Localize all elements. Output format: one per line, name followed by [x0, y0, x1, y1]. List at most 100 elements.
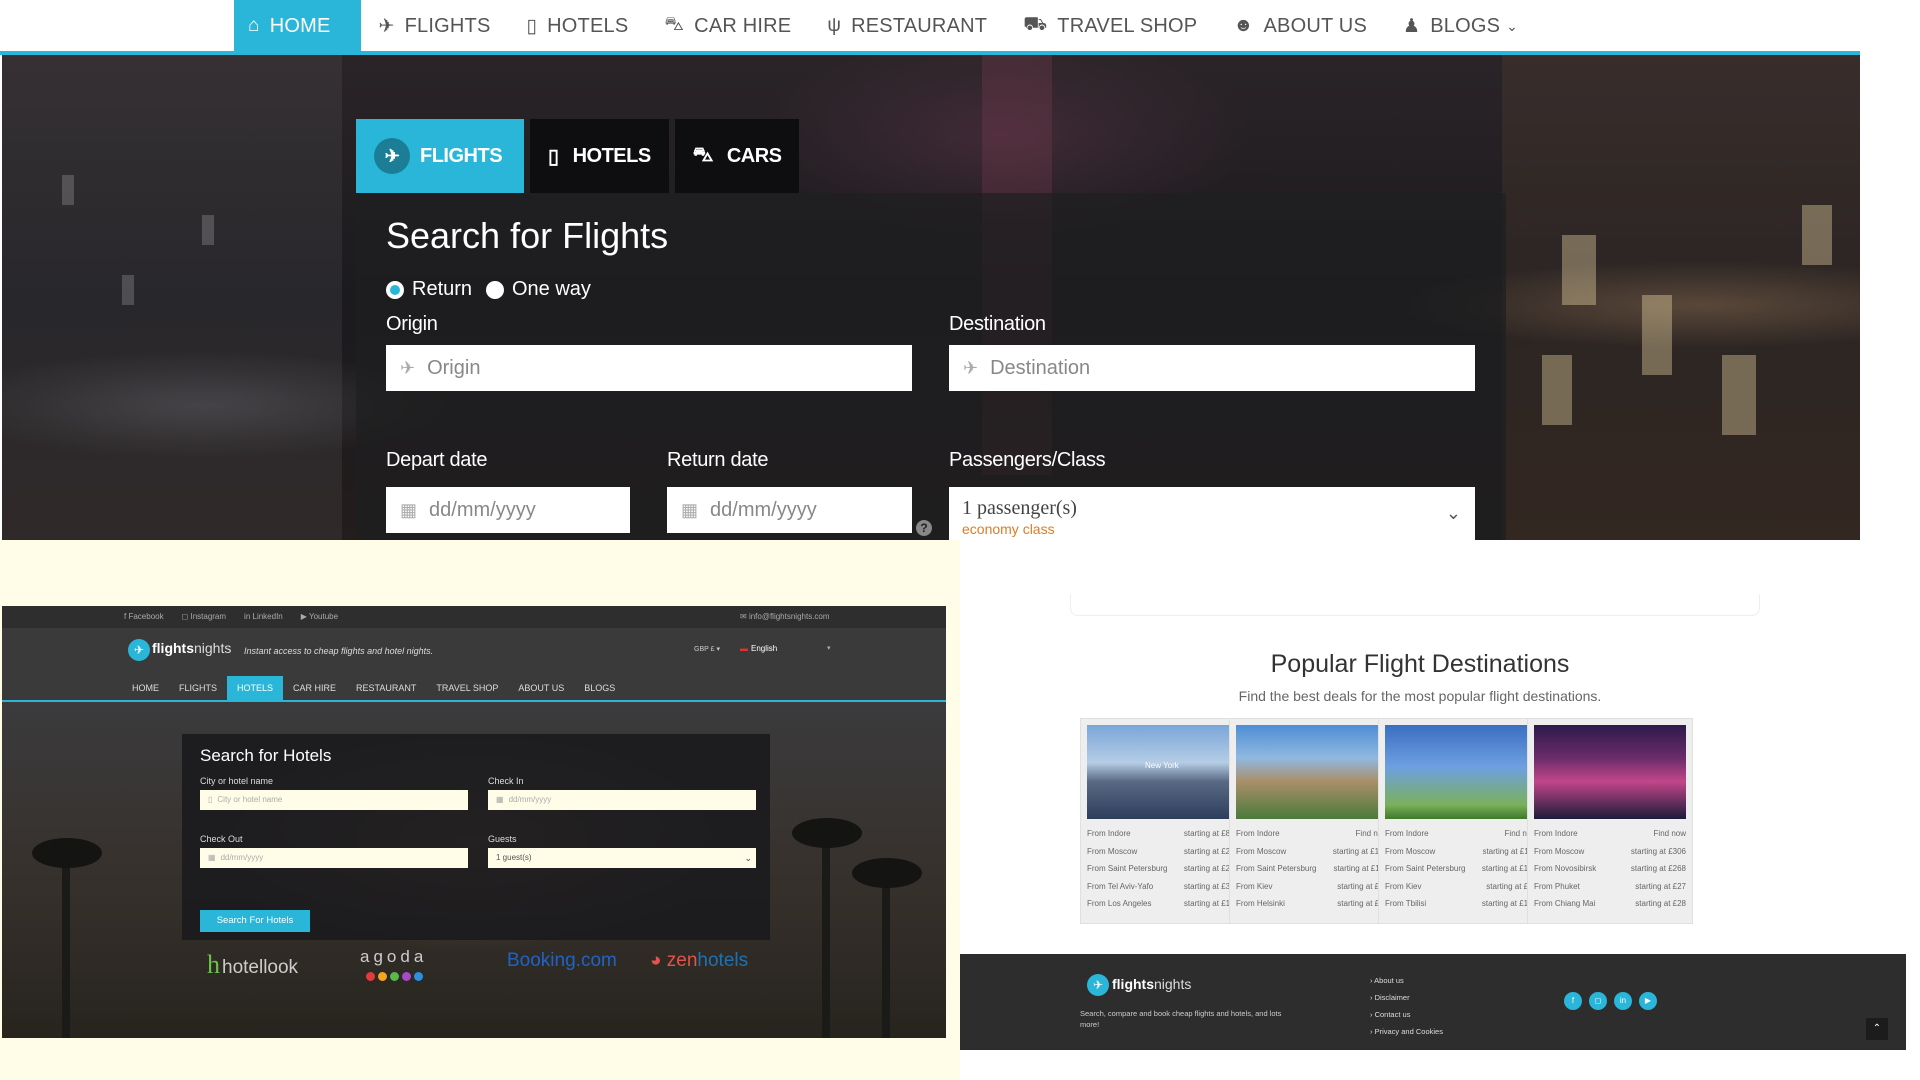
route-row[interactable]: From Indore Find now — [1385, 829, 1537, 846]
instagram-icon[interactable]: ◻ — [1589, 992, 1607, 1010]
hotels-nav-item-car-hire[interactable]: CAR HIRE — [283, 676, 346, 700]
social-link-instagram[interactable]: ◻ Instagram — [182, 612, 226, 621]
hotels-page-frame: f Facebook ◻ Instagram in LinkedIn ▶ You… — [2, 606, 946, 1038]
calendar-icon: ▦ — [208, 853, 216, 862]
route-row[interactable]: From Kiev starting at £76 — [1385, 882, 1537, 899]
route-row[interactable]: From Moscow starting at £118 — [1385, 847, 1537, 864]
hotel-hero-background: Search for Hotels City or hotel name ▯ Ci… — [2, 702, 946, 1038]
logo-plane-icon: ✈ — [1087, 974, 1109, 996]
route-origin: From Saint Petersburg — [1236, 864, 1317, 873]
origin-input[interactable]: ✈ Origin — [386, 345, 912, 391]
social-link-linkedin[interactable]: in LinkedIn — [244, 612, 283, 621]
nav-item-home[interactable]: ⌂ HOME — [234, 0, 361, 52]
window-light — [1722, 355, 1756, 435]
social-link-youtube[interactable]: ▶ Youtube — [301, 612, 338, 621]
checkin-input[interactable]: ▦ dd/mm/yyyy — [488, 790, 756, 810]
route-row[interactable]: From Tel Aviv-Yafo starting at £339 — [1087, 882, 1239, 899]
route-origin: From Chiang Mai — [1534, 899, 1596, 908]
trip-oneway-radio[interactable]: One way — [486, 278, 591, 301]
route-row[interactable]: From Novosibirsk starting at £268 — [1534, 864, 1686, 881]
hotels-nav-item-blogs[interactable]: BLOGS — [574, 676, 625, 700]
nav-item-hotels[interactable]: ▯ HOTELS — [508, 0, 646, 52]
palm-tree — [882, 878, 890, 1038]
search-hotels-button[interactable]: Search For Hotels — [200, 910, 310, 932]
trip-return-radio[interactable]: Return — [386, 278, 472, 301]
hotels-nav-item-home[interactable]: HOME — [122, 676, 169, 700]
bangkok-night-image[interactable] — [1534, 725, 1686, 819]
route-row[interactable]: From Saint Petersburg starting at £283 — [1087, 864, 1239, 881]
facebook-icon[interactable]: f — [1564, 992, 1582, 1010]
youtube-icon[interactable]: ▶ — [1639, 992, 1657, 1010]
route-row[interactable]: From Indore Find now — [1236, 829, 1388, 846]
scroll-top-button[interactable]: ⌃ — [1866, 1018, 1888, 1040]
hotels-nav-item-flights[interactable]: FLIGHTS — [169, 676, 227, 700]
tab-hotels[interactable]: ▯ HOTELS — [530, 119, 669, 193]
nav-label: HOTELS — [547, 14, 629, 37]
nav-item-car-hire[interactable]: ⛍ CAR HIRE — [646, 0, 809, 52]
footer-logo[interactable]: flightsnights — [1112, 976, 1191, 992]
depart-date-input[interactable]: ▦ dd/mm/yyyy — [386, 487, 630, 533]
logo-plane-icon: ✈ — [128, 639, 150, 661]
footer-link-privacy[interactable]: › Privacy and Cookies — [1370, 1023, 1443, 1040]
currency-select[interactable]: GBP £ ▾ — [694, 645, 720, 653]
checkout-input[interactable]: ▦ dd/mm/yyyy — [200, 848, 468, 868]
destination-card[interactable]: New York From Indore starting at £844 From … — [1080, 718, 1246, 924]
return-date-input[interactable]: ▦ dd/mm/yyyy — [667, 487, 912, 533]
nav-item-blogs[interactable]: ♟ BLOGS ⌄ — [1385, 0, 1536, 52]
city-input[interactable]: ▯ City or hotel name — [200, 790, 468, 810]
agoda-dots — [366, 968, 426, 986]
plane-icon: ✈ — [374, 138, 410, 174]
destination-card[interactable]: From Indore Find now From Moscow starting a… — [1229, 718, 1395, 924]
destination-card[interactable]: From Indore Find now From Moscow starting a… — [1527, 718, 1693, 924]
email-link[interactable]: ✉ info@flightsnights.com — [740, 612, 830, 621]
passengers-select[interactable]: 1 passenger(s) economy class ⌄ — [949, 487, 1475, 540]
barcelona-sagrada-familia-image[interactable] — [1236, 725, 1388, 819]
route-row[interactable]: From Helsinki starting at £78 — [1236, 899, 1388, 916]
social-links: f Facebook ◻ Instagram in LinkedIn ▶ You… — [124, 612, 356, 621]
language-select[interactable]: ▬ English — [740, 644, 777, 653]
calendar-icon: ▦ — [496, 795, 504, 804]
route-row[interactable]: From Los Angeles starting at £140 — [1087, 899, 1239, 916]
plane-icon: ✈ — [963, 357, 979, 378]
route-row[interactable]: From Indore starting at £844 — [1087, 829, 1239, 846]
help-icon[interactable]: ? — [916, 520, 932, 536]
guests-select[interactable]: 1 guest(s) ⌄ — [488, 848, 756, 868]
route-row[interactable]: From Moscow starting at £267 — [1087, 847, 1239, 864]
footer-link-disclaimer[interactable]: › Disclaimer — [1370, 989, 1443, 1006]
route-row[interactable]: From Saint Petersburg starting at £156 — [1385, 864, 1537, 881]
new-york-skyline-image[interactable]: New York — [1087, 725, 1239, 819]
destination-card[interactable]: From Indore Find now From Moscow starting a… — [1378, 718, 1544, 924]
route-row[interactable]: From Indore Find now — [1534, 829, 1686, 846]
footer-link-contact[interactable]: › Contact us — [1370, 1006, 1443, 1023]
footer-link-about[interactable]: › About us — [1370, 972, 1443, 989]
tab-cars[interactable]: ⛍ CARS — [674, 119, 800, 193]
hotels-nav-item-about-us[interactable]: ABOUT US — [508, 676, 574, 700]
depart-date-label: Depart date — [386, 449, 488, 471]
route-row[interactable]: From Chiang Mai starting at £28 — [1534, 899, 1686, 916]
linkedin-icon[interactable]: in — [1614, 992, 1632, 1010]
section-title: Popular Flight Destinations — [1270, 650, 1570, 678]
nav-item-restaurant[interactable]: ψ RESTAURANT — [809, 0, 1005, 52]
route-row[interactable]: From Saint Petersburg starting at £116 — [1236, 864, 1388, 881]
flight-search-form: Search for Flights Return One way Origin… — [356, 193, 1506, 540]
route-price: starting at £28 — [1635, 899, 1686, 908]
logo[interactable]: flightsnights — [152, 640, 231, 656]
hotels-nav-item-restaurant[interactable]: RESTAURANT — [346, 676, 426, 700]
route-row[interactable]: From Moscow starting at £106 — [1236, 847, 1388, 864]
route-row[interactable]: From Tbilisi starting at £144 — [1385, 899, 1537, 916]
palm-tree — [32, 838, 102, 868]
nav-item-travel-shop[interactable]: ⛟ TRAVEL SHOP — [1005, 0, 1215, 52]
nav-item-flights[interactable]: ✈ FLIGHTS — [361, 0, 509, 52]
social-link-facebook[interactable]: f Facebook — [124, 612, 164, 621]
route-row[interactable]: From Kiev starting at £84 — [1236, 882, 1388, 899]
hotels-nav-item-hotels[interactable]: HOTELS — [227, 676, 284, 700]
destination-input[interactable]: ✈ Destination — [949, 345, 1475, 391]
nav-item-about-us[interactable]: ☻ ABOUT US — [1215, 0, 1385, 52]
hotels-nav-item-travel-shop[interactable]: TRAVEL SHOP — [426, 676, 508, 700]
tab-flights[interactable]: ✈ FLIGHTS — [356, 119, 525, 193]
form-title: Search for Hotels — [200, 746, 332, 765]
route-row[interactable]: From Moscow starting at £306 — [1534, 847, 1686, 864]
route-row[interactable]: From Phuket starting at £27 — [1534, 882, 1686, 899]
paris-eiffel-tower-image[interactable] — [1385, 725, 1537, 819]
search-tabs: ✈ FLIGHTS ▯ HOTELS ⛍ CARS — [356, 119, 805, 193]
